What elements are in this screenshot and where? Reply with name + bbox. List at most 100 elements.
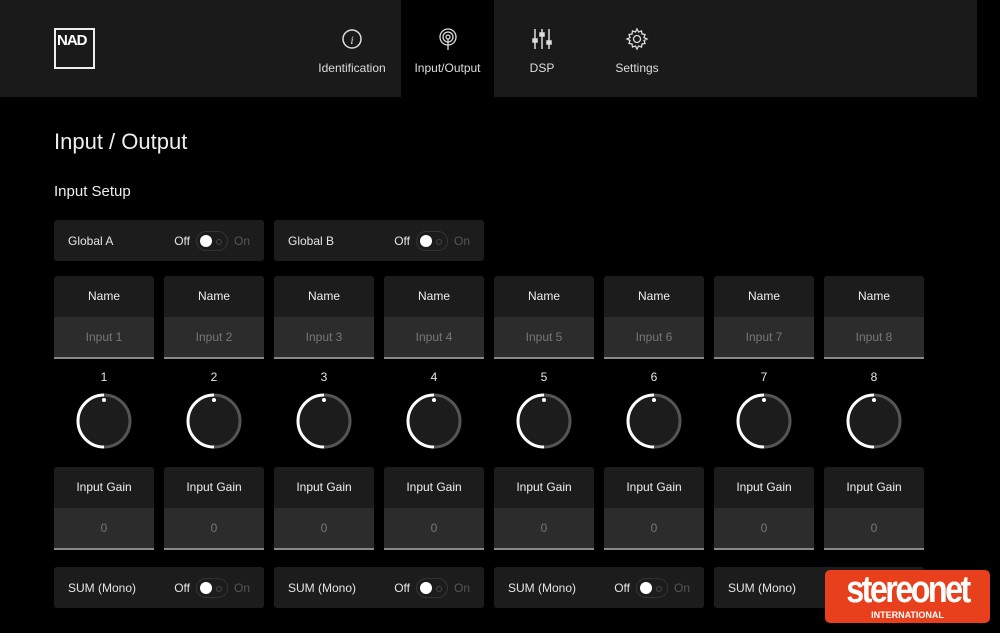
name-label: Name — [274, 276, 374, 317]
tab-dsp[interactable]: DSP — [512, 0, 572, 97]
gain-card: Input Gain 0 — [714, 467, 814, 550]
toggle-label: SUM (Mono) — [728, 580, 797, 595]
info-icon: i — [342, 29, 362, 49]
off-label: Off — [394, 580, 410, 595]
on-label: On — [453, 233, 470, 248]
gain-input[interactable]: 0 — [54, 508, 154, 550]
toggle-switch[interactable] — [195, 577, 228, 598]
off-label: Off — [614, 580, 630, 595]
gain-input[interactable]: 0 — [494, 508, 594, 550]
name-input[interactable]: Input 4 — [384, 317, 484, 359]
gain-label: Input Gain — [604, 467, 704, 508]
broadcast-icon — [438, 28, 457, 50]
name-label: Name — [824, 276, 924, 317]
gain-card: Input Gain 0 — [164, 467, 264, 550]
name-card: Name Input 7 — [714, 276, 814, 359]
gain-knob[interactable] — [296, 393, 352, 449]
off-label: Off — [174, 233, 190, 248]
gain-card: Input Gain 0 — [494, 467, 594, 550]
channel-number: 5 — [540, 370, 548, 384]
name-label: Name — [714, 276, 814, 317]
gain-knob[interactable] — [76, 393, 132, 449]
gain-knob[interactable] — [406, 393, 462, 449]
name-input[interactable]: Input 7 — [714, 317, 814, 359]
tab-identification[interactable]: i Identification — [312, 0, 392, 97]
channel-number: 6 — [650, 370, 658, 384]
name-card: Name Input 5 — [494, 276, 594, 359]
on-label: On — [673, 580, 690, 595]
name-card: Name Input 4 — [384, 276, 484, 359]
name-card: Name Input 1 — [54, 276, 154, 359]
gain-label: Input Gain — [824, 467, 924, 508]
svg-text:i: i — [350, 33, 353, 47]
name-label: Name — [54, 276, 154, 317]
page-title: Input / Output — [54, 129, 188, 154]
gain-card: Input Gain 0 — [384, 467, 484, 550]
name-input[interactable]: Input 2 — [164, 317, 264, 359]
watermark-brand: stereonet — [846, 569, 971, 611]
gain-card: Input Gain 0 — [54, 467, 154, 550]
channel-number: 4 — [430, 370, 438, 384]
top-nav: NAD i Identification Input/Output DSP Se… — [0, 0, 977, 97]
toggle-switch[interactable] — [635, 577, 668, 598]
name-card: Name Input 2 — [164, 276, 264, 359]
gain-card: Input Gain 0 — [274, 467, 374, 550]
gain-label: Input Gain — [714, 467, 814, 508]
gain-input[interactable]: 0 — [164, 508, 264, 550]
toggle-label: SUM (Mono) — [288, 580, 357, 595]
gain-knob[interactable] — [626, 393, 682, 449]
name-input[interactable]: Input 8 — [824, 317, 924, 359]
sum-mono-row: SUM (Mono) Off On — [274, 567, 484, 608]
watermark-sub: INTERNATIONAL — [871, 610, 944, 620]
gain-label: Input Gain — [384, 467, 484, 508]
global-toggle-row: Global B Off On — [274, 220, 484, 261]
on-label: On — [233, 580, 250, 595]
name-input[interactable]: Input 6 — [604, 317, 704, 359]
gain-input[interactable]: 0 — [384, 508, 484, 550]
gain-label: Input Gain — [494, 467, 594, 508]
name-input[interactable]: Input 3 — [274, 317, 374, 359]
gain-label: Input Gain — [274, 467, 374, 508]
gain-card: Input Gain 0 — [604, 467, 704, 550]
gear-icon — [625, 27, 649, 51]
channel-number: 8 — [870, 370, 878, 384]
section-title: Input Setup — [54, 183, 131, 200]
name-card: Name Input 8 — [824, 276, 924, 359]
channel-number: 3 — [320, 370, 328, 384]
name-label: Name — [604, 276, 704, 317]
gain-card: Input Gain 0 — [824, 467, 924, 550]
channel-number: 1 — [100, 370, 108, 384]
tab-input-output[interactable]: Input/Output — [401, 0, 494, 97]
gain-knob[interactable] — [846, 393, 902, 449]
gain-knob[interactable] — [736, 393, 792, 449]
stereonet-watermark: stereonet INTERNATIONAL — [825, 570, 990, 623]
sum-mono-row: SUM (Mono) Off On — [494, 567, 704, 608]
name-input[interactable]: Input 5 — [494, 317, 594, 359]
nad-logo: NAD — [54, 28, 95, 69]
gain-knob[interactable] — [186, 393, 242, 449]
global-toggle-row: Global A Off On — [54, 220, 264, 261]
name-card: Name Input 6 — [604, 276, 704, 359]
tab-label: DSP — [529, 61, 555, 75]
toggle-switch[interactable] — [195, 230, 228, 251]
gain-input[interactable]: 0 — [274, 508, 374, 550]
gain-label: Input Gain — [54, 467, 154, 508]
toggle-switch[interactable] — [415, 230, 448, 251]
tab-settings[interactable]: Settings — [604, 0, 670, 97]
name-label: Name — [384, 276, 484, 317]
on-label: On — [233, 233, 250, 248]
gain-input[interactable]: 0 — [824, 508, 924, 550]
channel-number: 7 — [760, 370, 768, 384]
gain-knob[interactable] — [516, 393, 572, 449]
gain-input[interactable]: 0 — [714, 508, 814, 550]
name-label: Name — [494, 276, 594, 317]
name-input[interactable]: Input 1 — [54, 317, 154, 359]
tab-label: Input/Output — [414, 61, 481, 75]
toggle-switch[interactable] — [415, 577, 448, 598]
gain-input[interactable]: 0 — [604, 508, 704, 550]
sliders-icon — [532, 29, 552, 49]
name-card: Name Input 3 — [274, 276, 374, 359]
off-label: Off — [174, 580, 190, 595]
toggle-label: SUM (Mono) — [508, 580, 577, 595]
channel-number: 2 — [210, 370, 218, 384]
